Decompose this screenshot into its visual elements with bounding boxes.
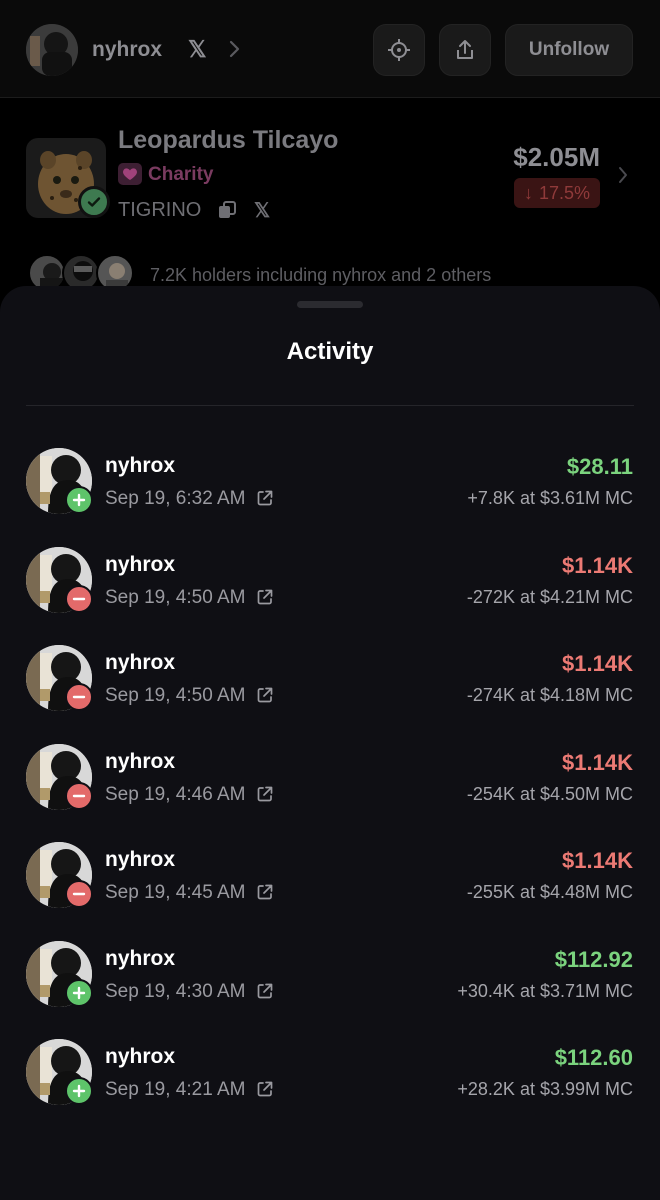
activity-row[interactable]: nyhrox Sep 19, 4:21 AM $112.60 +28.2K at $3…	[0, 1039, 660, 1138]
token-market-cap: $2.05M	[513, 142, 600, 172]
verified-badge-icon	[78, 186, 110, 218]
x-social-icon[interactable]: 𝕏	[188, 36, 207, 63]
plus-icon	[65, 1077, 93, 1105]
activity-detail: +30.4K at $3.71M MC	[457, 980, 633, 1001]
activity-amount: $1.14K	[562, 848, 633, 873]
profile-header: nyhrox 𝕏 Unfollow	[0, 0, 660, 98]
activity-amount: $1.14K	[562, 552, 633, 578]
activity-username[interactable]: nyhrox	[105, 750, 175, 774]
arrow-down-icon: ↓	[523, 182, 533, 203]
activity-time: Sep 19, 4:46 AM	[105, 783, 246, 805]
activity-row[interactable]: nyhrox Sep 19, 4:50 AM $1.14K -274K at $4.1…	[0, 645, 660, 744]
token-ticker: TIGRINO	[118, 199, 202, 221]
external-link-icon[interactable]	[256, 686, 274, 704]
price-change-badge: ↓ 17.5%	[513, 178, 600, 208]
token-name: Leopardus Tilcayo	[118, 126, 339, 154]
activity-row[interactable]: nyhrox Sep 19, 4:46 AM $1.14K -254K at $4.5…	[0, 743, 660, 843]
token-x-icon[interactable]: 𝕏	[254, 198, 270, 223]
share-button[interactable]	[439, 24, 491, 76]
activity-detail: -254K at $4.50M MC	[466, 783, 633, 804]
external-link-icon[interactable]	[256, 588, 274, 606]
activity-amount: $112.92	[554, 946, 633, 972]
plus-icon	[65, 978, 93, 1007]
activity-username[interactable]: nyhrox	[105, 454, 175, 478]
sheet-drag-handle[interactable]	[297, 301, 363, 308]
external-link-icon[interactable]	[256, 489, 274, 507]
activity-detail: +28.2K at $3.99M MC	[457, 1079, 633, 1099]
activity-detail: -272K at $4.21M MC	[466, 586, 633, 607]
chevron-right-icon[interactable]	[228, 36, 242, 62]
header-username[interactable]: nyhrox	[92, 38, 162, 62]
activity-time: Sep 19, 4:45 AM	[105, 882, 246, 903]
activity-username[interactable]: nyhrox	[105, 553, 175, 577]
activity-detail: -255K at $4.48M MC	[466, 882, 633, 902]
minus-icon	[65, 584, 93, 613]
minus-icon	[65, 880, 93, 908]
activity-username[interactable]: nyhrox	[105, 1045, 175, 1069]
activity-amount: $1.14K	[562, 749, 633, 775]
external-link-icon[interactable]	[256, 1080, 274, 1098]
user-avatar[interactable]	[26, 24, 78, 76]
activity-username[interactable]: nyhrox	[105, 947, 175, 971]
holders-summary[interactable]: 7.2K holders including nyhrox and 2 othe…	[150, 265, 491, 286]
activity-detail: +7.8K at $3.61M MC	[467, 488, 633, 508]
share-icon	[457, 40, 473, 59]
minus-icon	[65, 781, 93, 810]
activity-amount: $1.14K	[562, 651, 633, 676]
external-link-icon[interactable]	[256, 982, 274, 1000]
activity-amount: $112.60	[554, 1045, 633, 1070]
plus-icon	[65, 486, 93, 514]
external-link-icon[interactable]	[256, 883, 274, 901]
activity-row[interactable]: nyhrox Sep 19, 4:50 AM $1.14K -272K at $4.2…	[0, 546, 660, 646]
activity-time: Sep 19, 6:32 AM	[105, 488, 246, 509]
activity-time: Sep 19, 4:30 AM	[105, 980, 246, 1002]
sheet-title: Activity	[286, 338, 374, 365]
activity-list: nyhrox Sep 19, 6:32 AM $28.11 +7.8K at $3.6…	[0, 448, 660, 1138]
token-category: Charity	[148, 164, 214, 185]
activity-amount: $28.11	[566, 454, 633, 479]
heart-icon	[118, 163, 142, 185]
activity-row[interactable]: nyhrox Sep 19, 4:45 AM $1.14K -255K at $4.4…	[0, 842, 660, 941]
activity-sheet: Activity nyhrox Sep 19, 6:32 AM $28.11 +7.8…	[0, 286, 660, 1200]
unfollow-button[interactable]: Unfollow	[505, 24, 633, 76]
crosshair-icon	[388, 39, 410, 61]
activity-time: Sep 19, 4:50 AM	[105, 685, 246, 706]
track-button[interactable]	[373, 24, 425, 76]
minus-icon	[65, 683, 93, 711]
activity-row[interactable]: nyhrox Sep 19, 4:30 AM $112.92 +30.4K at $3…	[0, 940, 660, 1040]
activity-time: Sep 19, 4:21 AM	[105, 1079, 246, 1100]
divider	[26, 405, 634, 406]
copy-icon[interactable]	[217, 200, 237, 220]
activity-detail: -274K at $4.18M MC	[466, 685, 633, 705]
activity-username[interactable]: nyhrox	[105, 848, 175, 872]
price-change-value: 17.5%	[538, 182, 590, 203]
activity-username[interactable]: nyhrox	[105, 651, 175, 675]
external-link-icon[interactable]	[256, 785, 274, 803]
chevron-right-icon[interactable]	[617, 163, 629, 187]
activity-row[interactable]: nyhrox Sep 19, 6:32 AM $28.11 +7.8K at $3.6…	[0, 448, 660, 547]
activity-time: Sep 19, 4:50 AM	[105, 586, 246, 608]
